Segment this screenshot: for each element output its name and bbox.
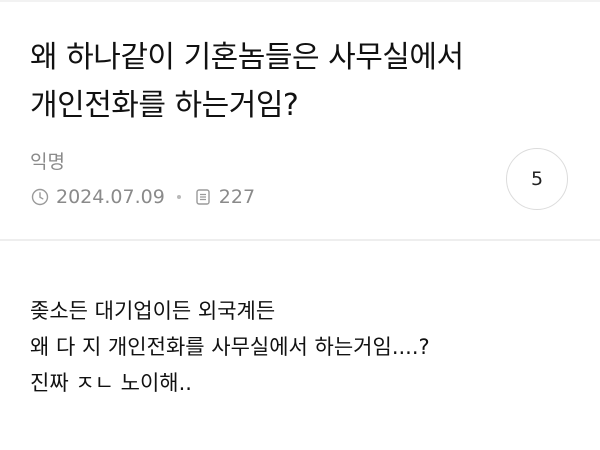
post-meta: 2024.07.09 227	[30, 183, 255, 211]
author-name[interactable]: 익명	[30, 150, 65, 174]
comment-count-button[interactable]: 5	[506, 148, 568, 210]
post-title: 왜 하나같이 기혼놈들은 사무실에서 개인전화를 하는거임?	[30, 40, 464, 123]
post-body: 좆소든 대기업이든 외국계든 왜 다 지 개인전화를 사무실에서 하는거임...…	[30, 293, 570, 401]
section-divider	[0, 239, 600, 241]
body-line: 좆소든 대기업이든 외국계든	[30, 299, 276, 323]
clock-icon	[30, 187, 50, 207]
post-detail-page: 왜 하나같이 기혼놈들은 사무실에서 개인전화를 하는거임? 익명 2024.0…	[0, 0, 600, 450]
post-header: 왜 하나같이 기혼놈들은 사무실에서 개인전화를 하는거임?	[30, 34, 570, 130]
meta-separator	[176, 195, 181, 199]
top-divider	[0, 0, 600, 2]
post-date: 2024.07.09	[56, 186, 165, 208]
body-line: 왜 다 지 개인전화를 사무실에서 하는거임....?	[30, 335, 430, 359]
view-count: 227	[218, 186, 256, 208]
document-icon	[193, 187, 213, 207]
body-line: 진짜 ㅈㄴ 노이해..	[30, 371, 192, 395]
